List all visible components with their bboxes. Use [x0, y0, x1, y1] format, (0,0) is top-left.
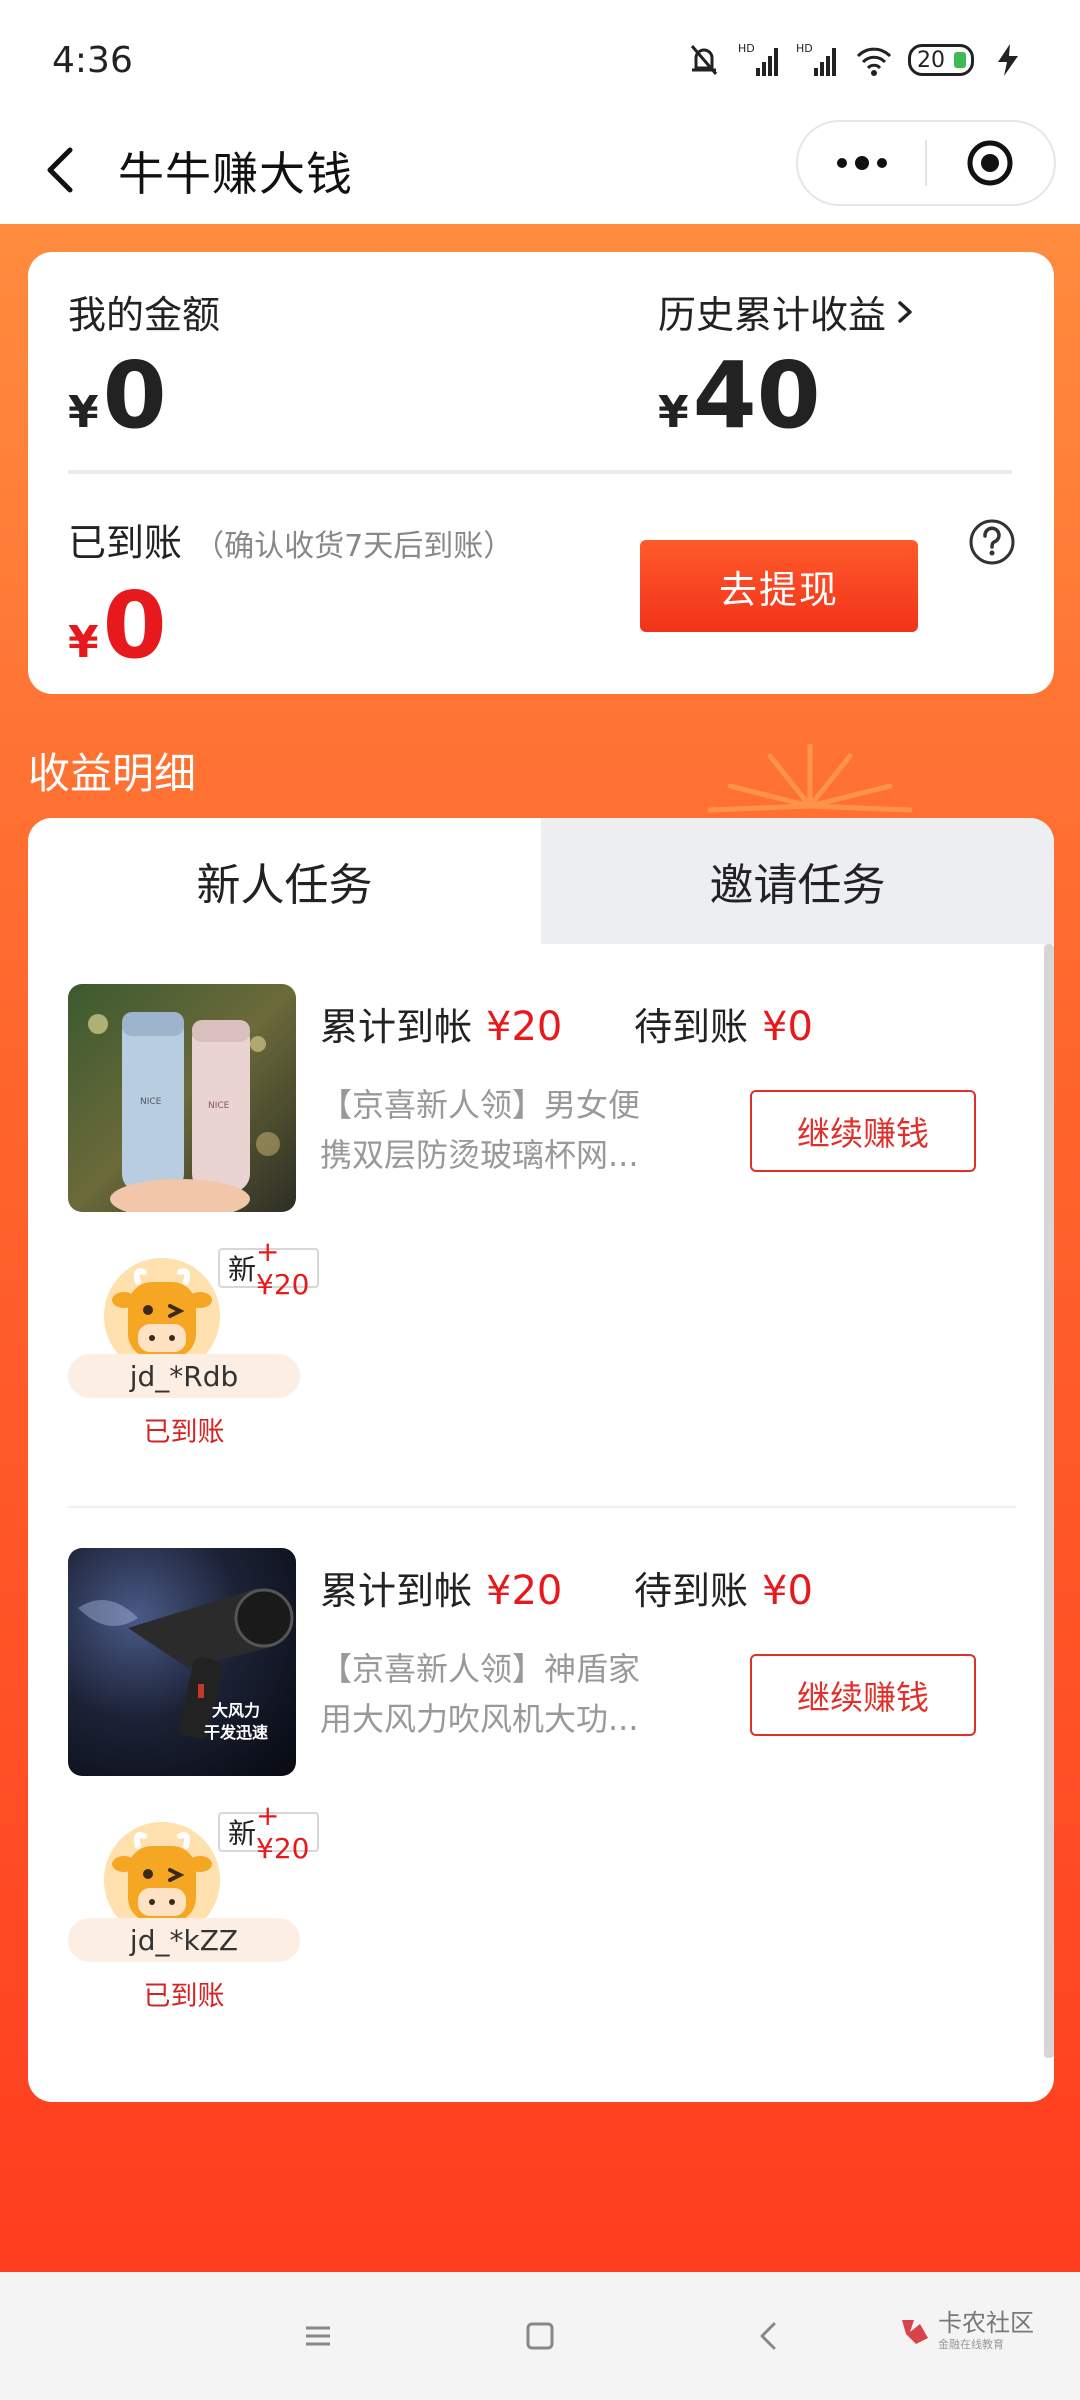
signal-icon: HD [738, 42, 778, 76]
balance-summary-card: 我的金额 ¥0 历史累计收益 ¥40 已到账 （确认收货7天后到账） ¥0 去提… [28, 252, 1054, 694]
more-dots-icon [836, 156, 887, 170]
battery-indicator: 20 [908, 44, 974, 76]
mute-icon [690, 45, 718, 75]
summary-divider [68, 470, 1012, 474]
battery-level: 20 [917, 47, 945, 73]
product-image-hairdryer[interactable]: 大风力 干发迅速 [68, 1548, 296, 1776]
watermark: 卡农社区 金融在线教育 [898, 2310, 1034, 2352]
charging-icon [998, 44, 1018, 76]
more-button[interactable] [798, 122, 925, 204]
image-caption-2: 干发迅速 [204, 1723, 268, 1742]
my-amount-label: 我的金额 [68, 293, 221, 337]
help-question-icon[interactable] [968, 518, 1016, 566]
continue-earning-button[interactable]: 继续赚钱 [750, 1654, 976, 1736]
continue-earning-button[interactable]: 继续赚钱 [750, 1090, 976, 1172]
svg-text:HD: HD [738, 42, 755, 55]
earnings-detail-card: 新人任务 邀请任务 NICE NICE 累计到帐 ¥20 待到账 ¥0 【京喜新… [28, 818, 1054, 2102]
history-earnings-link[interactable]: 历史累计收益 [658, 284, 918, 339]
withdraw-button[interactable]: 去提现 [640, 540, 918, 632]
invitee-username: jd_*kZZ [68, 1918, 300, 1962]
my-amount-value: ¥0 [68, 342, 167, 449]
status-icons: HD HD 20 [684, 40, 1028, 80]
back-nav-icon[interactable] [748, 2316, 788, 2356]
pending-stat: 待到账 ¥0 [634, 1004, 813, 1050]
svg-text:NICE: NICE [208, 1101, 230, 1111]
wifi-icon [856, 47, 892, 76]
image-caption-1: 大风力 [212, 1701, 260, 1720]
accumulated-stat: 累计到帐 ¥20 [320, 1004, 563, 1050]
earnings-detail-title: 收益明细 [28, 749, 197, 798]
product-description[interactable]: 【京喜新人领】神盾家用大风力吹风机大功... [320, 1644, 650, 1744]
nav-bar: 牛牛赚大钱 [0, 120, 1080, 224]
signal-icon-2: HD [796, 42, 836, 76]
page-title: 牛牛赚大钱 [118, 147, 353, 201]
invitee-status: 已到账 [143, 1981, 225, 2012]
svg-text:HD: HD [796, 42, 813, 55]
arrived-label-row: 已到账 （确认收货7天后到账） [68, 512, 513, 567]
watermark-logo-icon [902, 2320, 928, 2344]
close-miniprogram-button[interactable] [927, 122, 1054, 204]
status-bar: 4:36 HD HD 20 [0, 0, 1080, 120]
history-earnings-value: ¥40 [658, 342, 821, 449]
chevron-right-icon [898, 300, 912, 323]
product-description[interactable]: 【京喜新人领】男女便携双层防烫玻璃杯网... [320, 1080, 650, 1180]
product-image-cups[interactable]: NICE NICE [68, 984, 296, 1212]
arrived-note: （确认收货7天后到账） [194, 529, 514, 564]
miniprogram-capsule [796, 120, 1056, 206]
task-item: NICE NICE 累计到帐 ¥20 待到账 ¥0 【京喜新人领】男女便携双层防烫玻… [28, 944, 1038, 1504]
watermark-text: 卡农社区 [938, 2309, 1034, 2337]
invitee-block: 新 +¥20 jd_*Rdb 已到账 [68, 1235, 320, 1458]
tab-newcomer-tasks[interactable]: 新人任务 [28, 818, 541, 944]
scrollbar[interactable] [1044, 944, 1054, 2058]
history-earnings-label: 历史累计收益 [658, 293, 887, 337]
arrived-value: ¥0 [68, 572, 167, 679]
invitee-status: 已到账 [143, 1417, 225, 1448]
svg-text:NICE: NICE [140, 1097, 162, 1107]
home-icon[interactable] [520, 2316, 560, 2356]
invitee-username: jd_*Rdb [68, 1354, 300, 1398]
tab-invite-tasks[interactable]: 邀请任务 [541, 818, 1054, 944]
target-close-icon [967, 140, 1013, 186]
arrived-label: 已到账 [68, 521, 183, 565]
invitee-block: 新 +¥20 jd_*kZZ 已到账 [68, 1799, 320, 2022]
back-arrow-icon[interactable] [40, 140, 84, 200]
pending-stat: 待到账 ¥0 [634, 1568, 813, 1614]
menu-icon[interactable] [298, 2316, 338, 2356]
new-user-badge: 新 +¥20 [218, 1799, 320, 1865]
status-time: 4:36 [52, 39, 133, 81]
accumulated-stat: 累计到帐 ¥20 [320, 1568, 563, 1614]
fireworks-decoration [707, 743, 913, 813]
new-user-badge: 新 +¥20 [218, 1235, 320, 1301]
system-navigation-bar: 卡农社区 金融在线教育 [0, 2272, 1080, 2400]
task-item: 大风力 干发迅速 累计到帐 ¥20 待到账 ¥0 【京喜新人领】神盾家用大风力吹风机… [28, 1508, 1038, 2068]
task-tabs: 新人任务 邀请任务 [28, 818, 1054, 944]
watermark-subtext: 金融在线教育 [938, 2338, 1004, 2351]
